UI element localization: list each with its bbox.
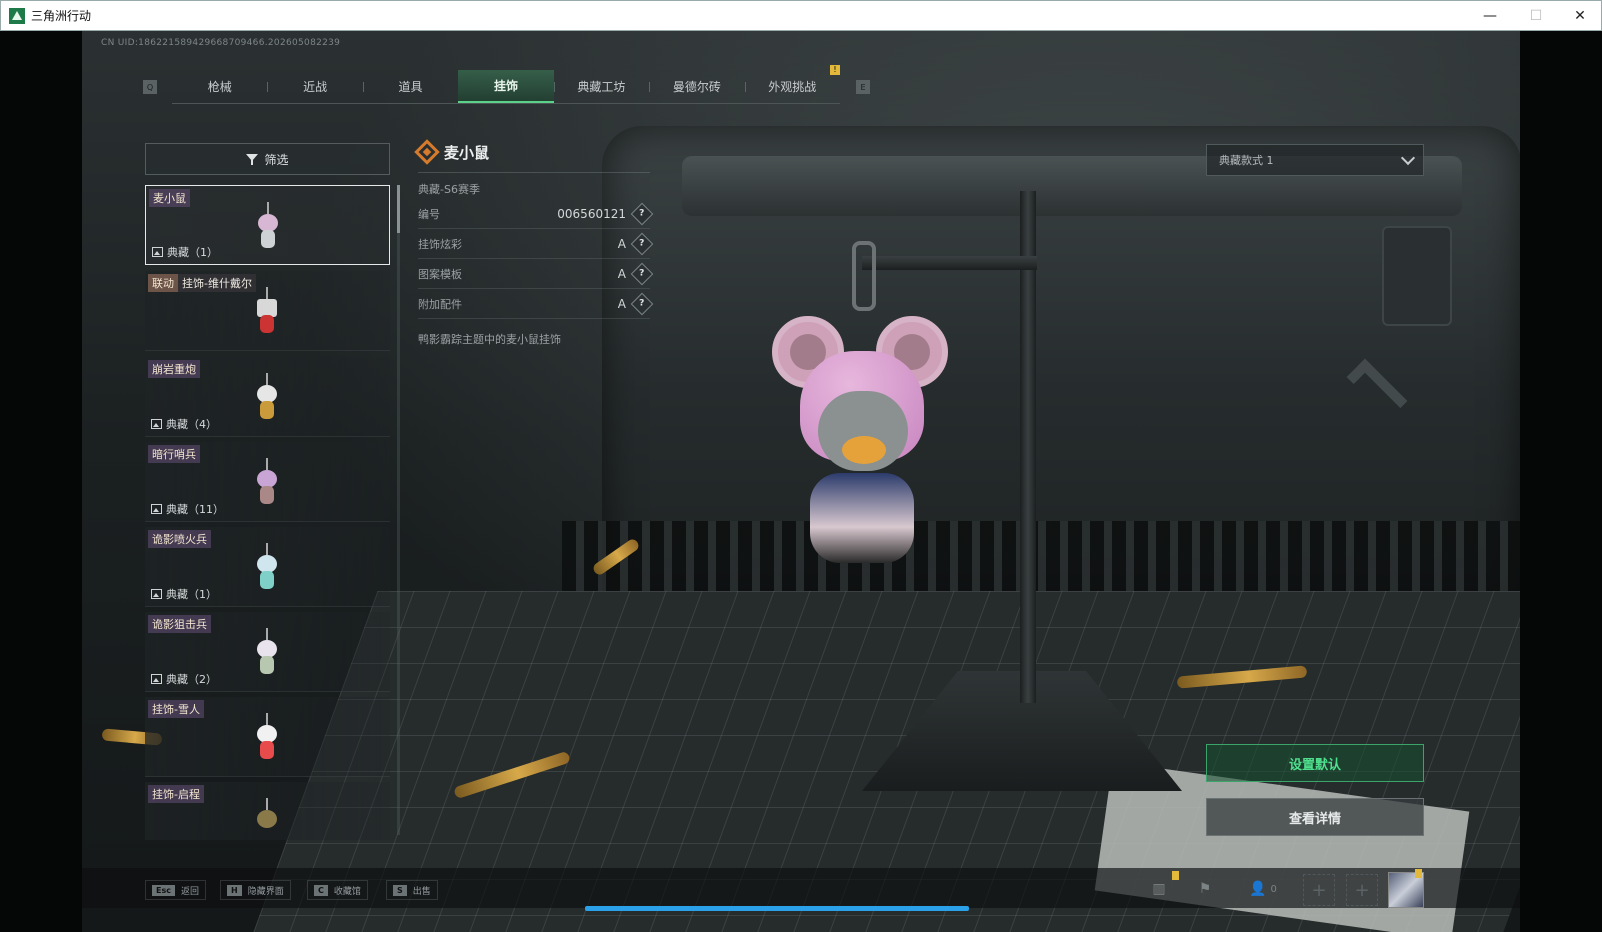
view-details-button[interactable]: 查看详情 (1206, 798, 1424, 836)
item-thumbnail (255, 543, 279, 593)
item-name: 挂饰-雪人 (148, 700, 204, 718)
list-item[interactable]: 暗行哨兵 典藏（11） (145, 442, 390, 522)
item-name: 麦小鼠 (149, 189, 190, 207)
charm-list[interactable]: 麦小鼠 典藏（1） 联动 挂饰-维什戴尔 崩岩重炮 典藏（4） 暗行哨兵 典藏（1… (145, 185, 390, 840)
add-party-slot-button[interactable]: + (1303, 874, 1335, 906)
image-icon (151, 504, 162, 514)
tab-melee[interactable]: 近战 (267, 70, 362, 103)
item-thumbnail (255, 458, 279, 508)
maximize-button[interactable]: ☐ (1513, 1, 1559, 31)
letterbox-left (0, 31, 82, 932)
floor-grill (562, 521, 1520, 591)
collection-style-select[interactable]: 典藏款式 1 (1206, 144, 1424, 176)
list-item[interactable]: 诡影喷火兵 典藏（1） (145, 527, 390, 607)
prop-row-color: 挂饰炫彩 A ? (418, 229, 654, 259)
item-thumbnail (255, 798, 279, 840)
collection-rarity-icon (414, 139, 440, 165)
prop-row-serial: 编号 006560121 ? (418, 199, 654, 229)
image-icon (151, 419, 162, 429)
list-item[interactable]: 诡影狙击兵 典藏（2） (145, 612, 390, 692)
charm-description: 鸭影霸踪主题中的麦小鼠挂饰 (418, 333, 561, 346)
list-item[interactable]: 崩岩重炮 典藏（4） (145, 357, 390, 437)
tab-charms[interactable]: 挂饰 (458, 70, 554, 103)
style-select-value: 典藏款式 1 (1219, 154, 1274, 167)
chevron-down-icon (1400, 150, 1416, 166)
charm-body (810, 473, 914, 563)
charm-hook (852, 241, 876, 311)
help-icon[interactable]: ? (630, 202, 654, 225)
friends-icon[interactable]: 👤 0 (1245, 876, 1281, 902)
help-icon[interactable]: ? (630, 262, 654, 285)
notice-badge (1415, 869, 1422, 878)
category-tabs: 枪械 近战 道具 挂饰 典藏工坊 曼德尔砖 外观挑战! (172, 65, 840, 104)
help-icon[interactable]: ? (630, 232, 654, 255)
set-default-button[interactable]: 设置默认 (1206, 744, 1424, 782)
item-thumbnail (255, 287, 279, 337)
hint-hide-ui[interactable]: H 隐藏界面 (220, 880, 291, 900)
letterbox-right (1520, 31, 1602, 932)
window-titlebar: 三角洲行动 — ☐ ✕ (0, 0, 1602, 31)
item-thumbnail (255, 628, 279, 678)
item-name: 挂饰-启程 (148, 785, 204, 803)
item-count: 典藏（11） (166, 503, 224, 516)
item-name: 暗行哨兵 (148, 445, 200, 463)
loading-progress-bar (585, 906, 969, 911)
hint-sell[interactable]: S 出售 (386, 880, 438, 900)
item-thumbnail (255, 713, 279, 763)
tab-collection-workshop[interactable]: 典藏工坊 (553, 70, 649, 103)
scrollbar-thumb[interactable] (397, 185, 400, 233)
friends-count: 0 (1270, 883, 1277, 895)
next-tab-key-hint[interactable]: E (856, 80, 870, 94)
item-name: 挂饰-维什戴尔 (178, 274, 256, 292)
window-title: 三角洲行动 (31, 9, 92, 23)
hint-back[interactable]: Esc 返回 (145, 880, 206, 900)
charm-season: 典藏-S6赛季 (418, 183, 480, 196)
charm-beak (842, 436, 886, 464)
filter-button[interactable]: 筛选 (145, 143, 390, 175)
item-count: 典藏（1） (166, 588, 217, 601)
charm-detail-panel: 麦小鼠 典藏-S6赛季 编号 006560121 ? 挂饰炫彩 A ? 图案模板… (414, 139, 654, 347)
hint-collection[interactable]: C 收藏馆 (307, 880, 368, 900)
item-tag: 联动 (148, 274, 178, 292)
charm-title: 麦小鼠 (444, 143, 490, 162)
item-name: 诡影喷火兵 (148, 530, 211, 548)
item-count: 典藏（1） (167, 246, 218, 259)
notice-badge: ! (829, 65, 840, 75)
tab-appearance-challenge[interactable]: 外观挑战! (744, 65, 840, 103)
charm-preview-figure[interactable] (772, 241, 952, 581)
image-icon (151, 589, 162, 599)
item-thumbnail (255, 373, 279, 423)
list-item[interactable]: 挂饰-启程 (145, 782, 390, 840)
list-item[interactable]: 挂饰-雪人 (145, 697, 390, 777)
case-latch (1382, 226, 1452, 326)
tab-items[interactable]: 道具 (362, 70, 458, 103)
list-scrollbar[interactable] (397, 185, 400, 835)
filter-label: 筛选 (264, 152, 289, 167)
prop-row-pattern: 图案模板 A ? (418, 259, 654, 289)
tab-mandel-brick[interactable]: 曼德尔砖 (649, 70, 744, 103)
app-logo-icon (9, 7, 25, 24)
close-window-button[interactable]: ✕ (1557, 1, 1602, 31)
add-party-slot-button[interactable]: + (1346, 874, 1378, 906)
item-name: 崩岩重炮 (148, 360, 200, 378)
flag-icon[interactable]: ⚑ (1192, 876, 1218, 902)
image-icon (152, 247, 163, 257)
item-name: 诡影狙击兵 (148, 615, 211, 633)
notice-badge (1172, 871, 1179, 880)
player-uid: CN UID:186221589429668709466.20260508223… (101, 38, 341, 48)
item-count: 典藏（4） (166, 418, 217, 431)
item-thumbnail (256, 202, 280, 252)
prop-row-accessory: 附加配件 A ? (418, 289, 654, 319)
item-count: 典藏（2） (166, 673, 217, 686)
tab-guns[interactable]: 枪械 (172, 70, 267, 103)
list-item[interactable]: 联动 挂饰-维什戴尔 (145, 271, 390, 351)
image-icon (151, 674, 162, 684)
list-item[interactable]: 麦小鼠 典藏（1） (145, 185, 390, 265)
stats-icon[interactable]: ▥ (1146, 876, 1172, 902)
filter-icon (246, 153, 259, 165)
prev-tab-key-hint[interactable]: Q (143, 80, 157, 94)
help-icon[interactable]: ? (630, 292, 654, 315)
minimize-button[interactable]: — (1467, 1, 1513, 31)
